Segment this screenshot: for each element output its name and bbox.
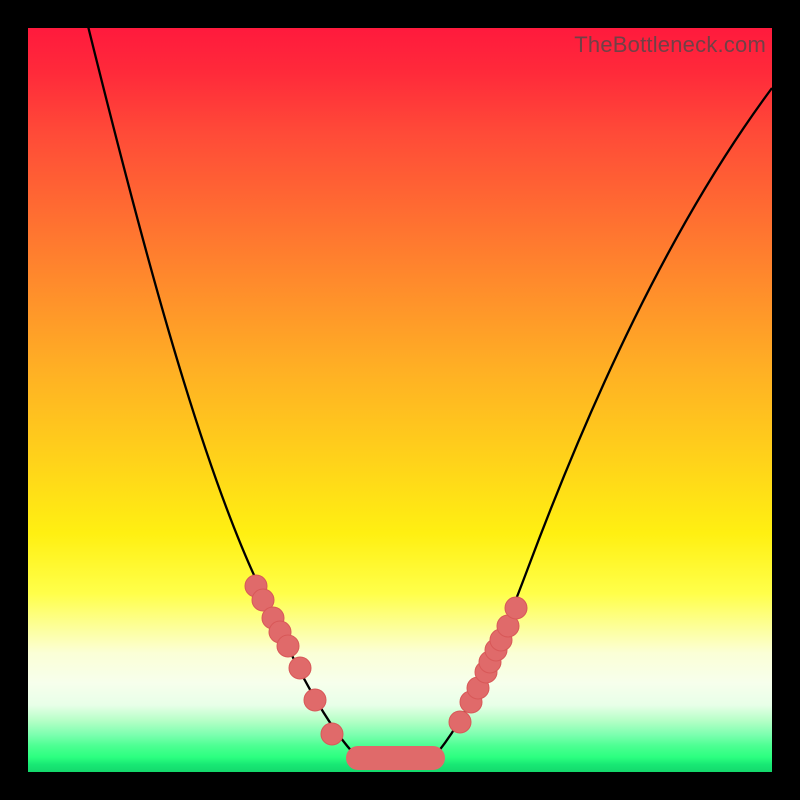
marker-dot xyxy=(277,635,299,657)
marker-dot xyxy=(321,723,343,745)
chart-plot-area: TheBottleneck.com xyxy=(28,28,772,772)
marker-dot xyxy=(289,657,311,679)
marker-dot xyxy=(449,711,471,733)
marker-dot xyxy=(304,689,326,711)
right-marker-cluster xyxy=(449,597,527,733)
chart-svg xyxy=(28,28,772,772)
watermark-text: TheBottleneck.com xyxy=(574,32,766,58)
bottleneck-curve xyxy=(86,28,772,758)
marker-dot xyxy=(505,597,527,619)
